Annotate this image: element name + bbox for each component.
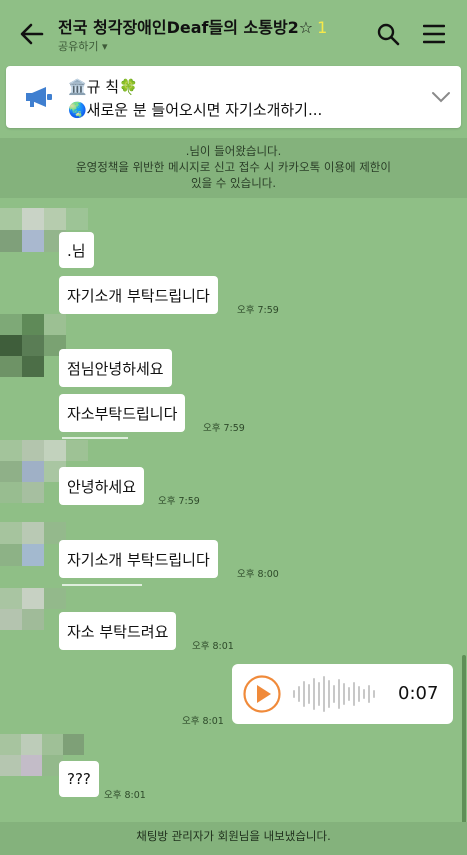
message-text: 안녕하세요 (67, 477, 137, 496)
system-message: .님이 들어왔습니다. 운영정책을 위반한 메시지로 신고 접수 시 카카오톡 … (0, 138, 467, 198)
message-bubble[interactable]: 점님안녕하세요 (59, 349, 172, 387)
message-text: 점님안녕하세요 (67, 359, 164, 378)
avatar[interactable] (0, 522, 66, 566)
divider (62, 437, 128, 439)
voice-message[interactable]: 0:07 (232, 664, 453, 724)
message-text: 자소 부탁드려요 (67, 622, 169, 641)
member-count: 1 (317, 18, 328, 37)
message-time: 오후 7:59 (158, 496, 200, 507)
avatar[interactable] (0, 314, 66, 377)
message-bubble[interactable]: 자기소개 부탁드립니다 (59, 276, 218, 314)
megaphone-icon (26, 87, 52, 107)
message-bubble[interactable]: 자소부탁드립니다 (59, 394, 186, 432)
message-bubble[interactable]: 자소 부탁드려요 (59, 612, 177, 650)
notice-title: 🏛️규 칙🍀 (68, 78, 138, 96)
back-arrow-icon[interactable] (18, 20, 46, 48)
message-bubble[interactable]: 안녕하세요 (59, 467, 145, 505)
message-text: 자소부탁드립니다 (67, 404, 178, 423)
message-text: ??? (67, 770, 91, 788)
message-time: 오후 8:01 (104, 790, 146, 801)
system-line: 있을 수 있습니다. (190, 176, 277, 190)
notice-text: 🌏새로운 분 들어오시면 자기소개하기... (68, 101, 323, 119)
divider (62, 584, 142, 586)
message-text: 자기소개 부탁드립니다 (67, 286, 210, 305)
avatar[interactable] (0, 588, 66, 630)
message-text: .님 (67, 241, 86, 260)
hamburger-menu-icon[interactable] (423, 23, 445, 45)
message-time: 오후 7:59 (237, 305, 279, 316)
system-line: 운영정책을 위반한 메시지로 신고 접수 시 카카오톡 이용에 제한이 (76, 160, 391, 174)
message-bubble[interactable]: 자기소개 부탁드립니다 (59, 540, 218, 578)
chat-header: 전국 청각장애인Deaf들의 소통방2☆ 1 공유하기 ▾ (0, 0, 467, 62)
message-text: 자기소개 부탁드립니다 (67, 550, 210, 569)
waveform-icon (293, 676, 375, 712)
system-line: .님이 들어왔습니다. (185, 144, 282, 158)
message-bubble[interactable]: ??? (59, 761, 99, 797)
message-time: 오후 8:01 (192, 641, 234, 652)
voice-duration: 0:07 (398, 683, 439, 704)
scrollbar[interactable] (462, 655, 466, 825)
pinned-notice[interactable]: 🏛️규 칙🍀 🌏새로운 분 들어오시면 자기소개하기... (6, 66, 461, 128)
message-time: 오후 8:00 (237, 569, 279, 580)
kicked-notice: 채팅방 관리자가 회원님을 내보냈습니다. (0, 822, 467, 855)
share-link[interactable]: 공유하기 ▾ (58, 38, 108, 54)
search-icon[interactable] (376, 22, 400, 46)
chat-title-text: 전국 청각장애인Deaf들의 소통방2☆ (58, 18, 314, 37)
message-bubble[interactable]: .님 (59, 232, 94, 268)
play-icon[interactable] (242, 674, 282, 714)
message-time: 오후 8:01 (182, 716, 224, 727)
message-time: 오후 7:59 (203, 423, 245, 434)
chat-title: 전국 청각장애인Deaf들의 소통방2☆ 1 (58, 14, 327, 38)
chevron-down-icon[interactable] (430, 88, 452, 106)
